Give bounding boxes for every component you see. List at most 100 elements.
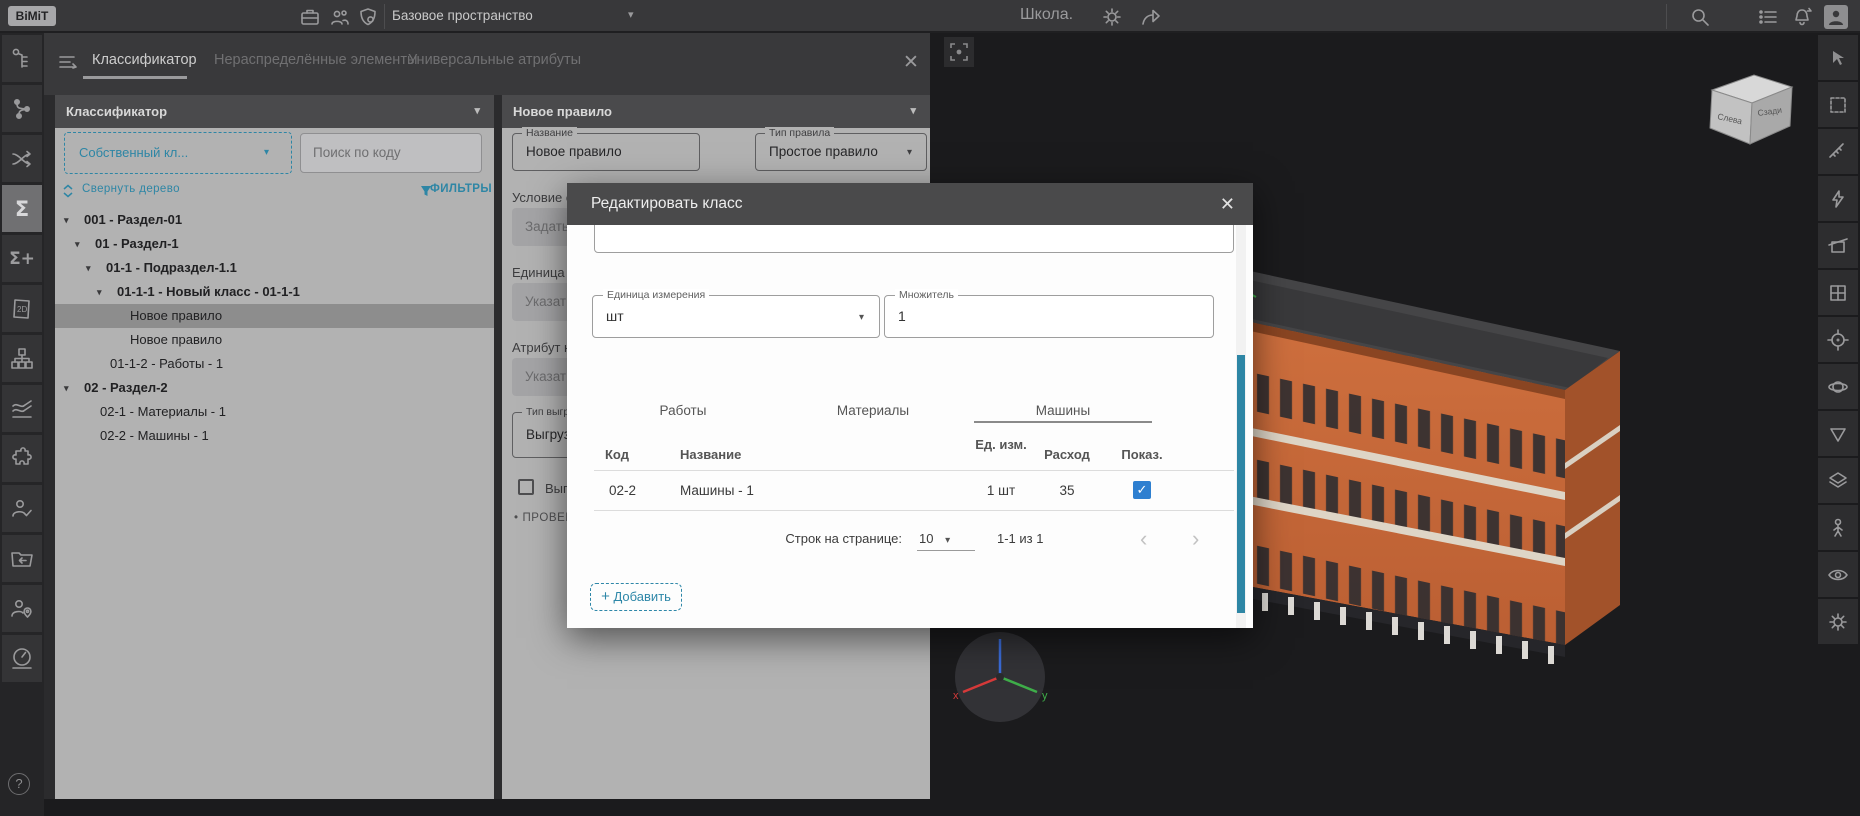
- gear-icon[interactable]: [1100, 5, 1124, 29]
- chevron-down-icon: ▾: [859, 312, 864, 323]
- sync-bell-icon[interactable]: [1790, 5, 1814, 29]
- chevron-down-icon: ▾: [945, 535, 950, 546]
- tree-item-class[interactable]: 02-1 - Материалы - 1: [55, 400, 494, 424]
- tool-orbit[interactable]: [1818, 364, 1858, 409]
- dialog-tab-works[interactable]: Работы: [588, 403, 778, 418]
- tool-focus-target[interactable]: [1818, 317, 1858, 362]
- column-header-rate: Расход: [1037, 447, 1097, 462]
- tree-item-rule-selected[interactable]: Новое правило: [55, 304, 494, 328]
- app-logo[interactable]: BiMiT: [8, 6, 56, 26]
- scrollbar-thumb[interactable]: [1237, 355, 1245, 613]
- workspace-selector[interactable]: Базовое пространство: [392, 8, 533, 23]
- sitemap-icon[interactable]: [2, 335, 42, 382]
- tree-item-class[interactable]: 02-2 - Машины - 1: [55, 424, 494, 448]
- cell-name: Машины - 1: [680, 483, 754, 498]
- export-checkbox[interactable]: [518, 479, 534, 495]
- help-button[interactable]: ?: [8, 773, 30, 795]
- app-window: Слева Сзади x y BiMiT Базовое простран: [0, 0, 1860, 816]
- tool-measure[interactable]: [1818, 129, 1858, 174]
- shield-user-icon[interactable]: [356, 5, 380, 29]
- axis-gizmo[interactable]: x y: [945, 625, 1055, 735]
- tree-item-section[interactable]: ▾ 01-1 - Подраздел-1.1: [55, 256, 494, 280]
- tool-select-cursor[interactable]: [1818, 35, 1858, 80]
- sigma-icon[interactable]: Σ: [2, 185, 42, 232]
- chevron-down-icon[interactable]: ▾: [628, 8, 634, 21]
- own-classifier-dropdown[interactable]: Собственный кл... ▾: [64, 132, 292, 174]
- dialog-tab-machines[interactable]: Машины: [968, 403, 1158, 418]
- plus-icon: +: [601, 588, 610, 605]
- axis-y-label: y: [1042, 690, 1048, 702]
- chevron-down-icon: ▾: [264, 133, 269, 173]
- team-icon[interactable]: [328, 5, 352, 29]
- hierarchy-tree-icon[interactable]: [2, 35, 42, 82]
- person-pin-icon[interactable]: [2, 585, 42, 632]
- tab-unallocated-elements[interactable]: Нераспределённые элементы: [214, 52, 417, 68]
- panel-menu-icon[interactable]: [58, 53, 80, 76]
- column-header-name: Название: [680, 447, 741, 462]
- rows-per-page-select[interactable]: 10 ▾: [919, 531, 950, 546]
- dialog-tab-materials[interactable]: Материалы: [778, 403, 968, 418]
- show-checkbox-checked[interactable]: ✓: [1133, 481, 1151, 499]
- tool-section-plane[interactable]: [1818, 223, 1858, 268]
- caret-down-icon[interactable]: ▾: [64, 376, 69, 400]
- line-chart-icon[interactable]: [2, 385, 42, 432]
- tool-clip-plane[interactable]: [1818, 411, 1858, 456]
- collapse-tree-icon[interactable]: [62, 184, 74, 203]
- caret-down-icon[interactable]: ▾: [75, 232, 80, 256]
- pagination-range: 1-1 из 1: [997, 531, 1043, 546]
- tree-item-class[interactable]: ▾ 01-1-1 - Новый класс - 01-1-1: [55, 280, 494, 304]
- code-search-input[interactable]: Поиск по коду: [300, 133, 482, 173]
- shuffle-icon[interactable]: [2, 135, 42, 182]
- branch-icon[interactable]: [2, 85, 42, 132]
- account-icon[interactable]: [1824, 5, 1848, 29]
- rule-type-dropdown[interactable]: Тип правила Простое правило ▾: [755, 133, 927, 171]
- collapse-tree-button[interactable]: Свернуть дерево: [82, 183, 180, 195]
- view-cube[interactable]: Слева Сзади: [1700, 66, 1800, 154]
- tool-grid-cube[interactable]: [1818, 270, 1858, 315]
- caret-down-icon[interactable]: ▾: [86, 256, 91, 280]
- dialog-scrollbar[interactable]: [1236, 225, 1246, 628]
- gauge-icon[interactable]: [2, 635, 42, 682]
- dialog-title-bar[interactable]: Редактировать класс ✕: [567, 183, 1253, 225]
- doc-2d-icon[interactable]: 2D: [2, 285, 42, 332]
- rule-section-header[interactable]: Новое правило ▾: [502, 95, 930, 128]
- dialog-multiplier-field[interactable]: Множитель 1: [884, 295, 1214, 338]
- tool-visibility[interactable]: [1818, 552, 1858, 597]
- filters-button[interactable]: ФИЛЬТРЫ: [430, 183, 492, 195]
- tree-item-class[interactable]: 01-1-2 - Работы - 1: [55, 352, 494, 376]
- tree-item-section[interactable]: ▾ 001 - Раздел-01: [55, 208, 494, 232]
- tool-box-select[interactable]: [1818, 82, 1858, 127]
- dialog-unit-dropdown[interactable]: Единица измерения шт ▾: [592, 295, 880, 338]
- close-icon[interactable]: ✕: [1220, 183, 1235, 225]
- tree-item-section[interactable]: ▾ 02 - Раздел-2: [55, 376, 494, 400]
- rule-name-field[interactable]: Название Новое правило: [512, 133, 700, 171]
- chevron-down-icon: ▾: [474, 95, 480, 128]
- tool-lightning[interactable]: [1818, 176, 1858, 221]
- tab-universal-attributes[interactable]: Универсальные атрибуты: [408, 52, 581, 68]
- description-input-partial[interactable]: [594, 225, 1234, 253]
- page-next-icon[interactable]: ›: [1192, 529, 1199, 549]
- sigma-plus-icon[interactable]: Σ+: [2, 235, 42, 282]
- region-select-tool[interactable]: [944, 37, 974, 67]
- caret-down-icon[interactable]: ▾: [97, 280, 102, 304]
- person-check-icon[interactable]: [2, 485, 42, 532]
- chevron-down-icon: ▾: [907, 147, 912, 158]
- list-icon[interactable]: [1756, 5, 1780, 29]
- tool-walk[interactable]: [1818, 505, 1858, 550]
- classifier-section-header[interactable]: Классификатор ▾: [55, 95, 494, 128]
- folder-import-icon[interactable]: [2, 535, 42, 582]
- add-row-button[interactable]: + Добавить: [590, 583, 682, 611]
- tree-item-section[interactable]: ▾ 01 - Раздел-1: [55, 232, 494, 256]
- close-icon[interactable]: ✕: [903, 51, 919, 74]
- share-icon[interactable]: [1138, 5, 1162, 29]
- page-previous-icon[interactable]: ‹: [1140, 529, 1147, 549]
- tool-layers[interactable]: [1818, 458, 1858, 503]
- tree-item-rule[interactable]: Новое правило: [55, 328, 494, 352]
- tab-classifier[interactable]: Классификатор: [92, 52, 197, 68]
- cell-code: 02-2: [609, 483, 636, 498]
- search-icon[interactable]: [1688, 5, 1712, 29]
- puzzle-icon[interactable]: [2, 435, 42, 482]
- briefcase-icon[interactable]: [298, 5, 322, 29]
- caret-down-icon[interactable]: ▾: [64, 208, 69, 232]
- tool-settings[interactable]: [1818, 599, 1858, 644]
